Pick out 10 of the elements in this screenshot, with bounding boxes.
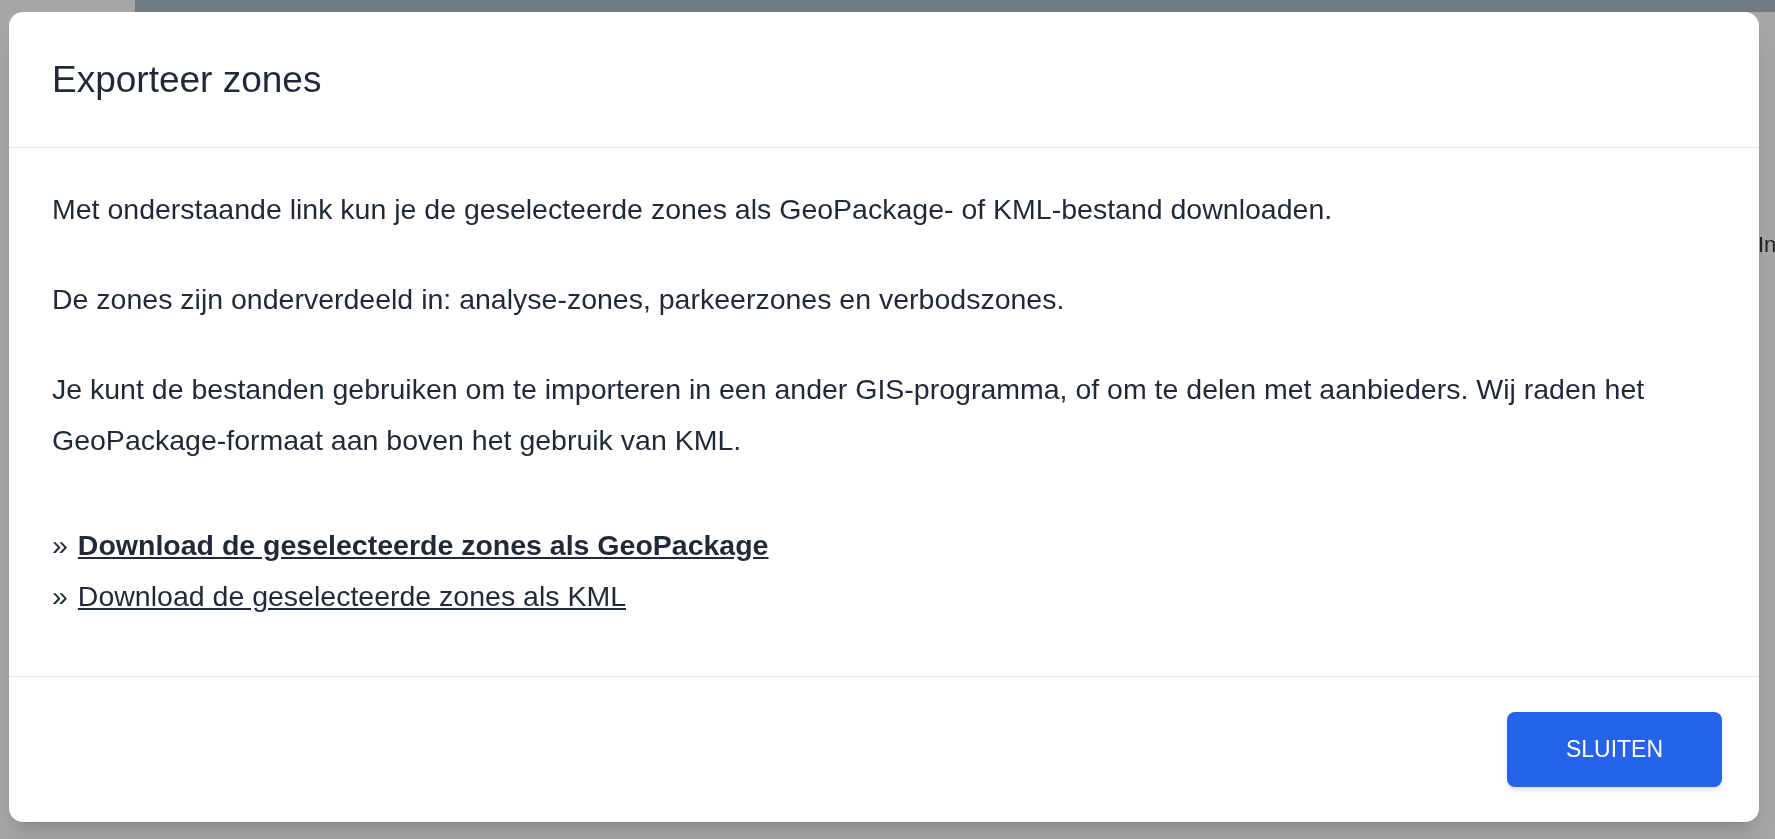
download-link[interactable]: Download de geselecteerde zones als GeoPackage [77, 520, 769, 571]
download-link[interactable]: Download de geselecteerde zones als KML [77, 571, 627, 622]
paragraph: De zones zijn onderverdeeld in: analyse-zones, parkeerzones en verbodszones. [52, 282, 1066, 317]
paragraph: Met onderstaande link kun je de geselecteerde zones als GeoPackage- of KML-bestand downloaden. [52, 192, 1334, 227]
paragraph: Je kunt de bestanden gebruiken om te importeren in een ander GIS-programma, of om te delen met aanbieders. Wij raden het GeoPackage-formaat aan boven het gebruik van KML. [52, 372, 1646, 458]
link-prefix: » [52, 528, 68, 563]
close-button[interactable]: SLUITEN [1507, 712, 1722, 787]
link-prefix: » [52, 579, 68, 614]
dialog-title: Exporteer zones [52, 57, 322, 102]
background-text: In [1758, 231, 1775, 259]
